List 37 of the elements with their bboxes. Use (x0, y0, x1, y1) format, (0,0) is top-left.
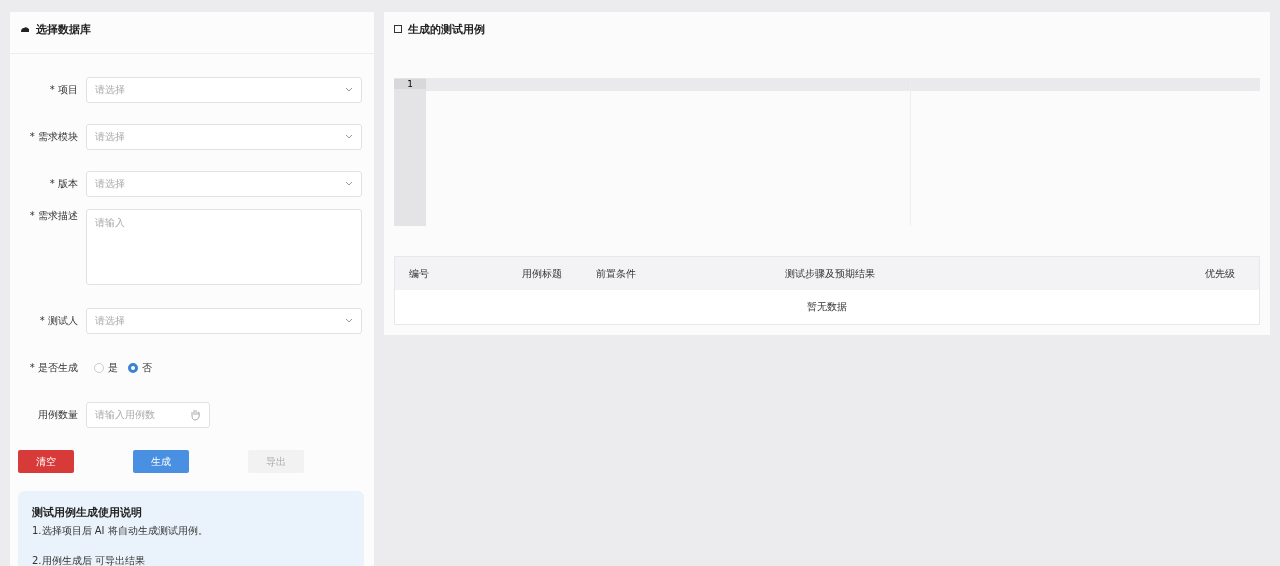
panel-title: 生成的测试用例 (408, 21, 485, 37)
field-label: * 测试人 (38, 313, 79, 328)
document-icon (394, 25, 402, 33)
radio-option[interactable]: 是 (94, 360, 118, 375)
column-header: 测试步骤及预期结果 (785, 266, 876, 281)
line-number: 1 (394, 79, 426, 89)
cloud-icon (20, 26, 30, 32)
select-field[interactable]: 请选择 (86, 123, 362, 150)
column-header: 优先级 (1205, 266, 1236, 281)
info-text: 2.用例生成后 可导出结果 (32, 554, 146, 566)
column-header: 前置条件 (596, 266, 637, 281)
chevron-icon (345, 134, 353, 139)
chevron-icon (345, 318, 353, 323)
field-label: * 项目 (48, 82, 79, 97)
select-field[interactable]: 请选择 (86, 307, 362, 334)
column-header: 用例标题 (522, 266, 563, 281)
panel-title: 选择数据库 (36, 21, 91, 37)
field-label: * 需求描述 (28, 209, 79, 223)
field-label: * 版本 (48, 176, 79, 191)
hand-icon (190, 408, 201, 421)
number-field[interactable]: 请输入用例数 (86, 401, 210, 428)
field-label: * 需求模块 (28, 129, 79, 144)
info-title: 测试用例生成使用说明 (32, 505, 143, 520)
action-button[interactable]: 清空 (18, 450, 74, 473)
empty-text: 暂无数据 (807, 300, 847, 314)
select-field[interactable]: 请选择 (86, 170, 362, 197)
text-area[interactable]: 请输入 (86, 209, 362, 285)
select-field[interactable]: 请选择 (86, 76, 362, 103)
radio-option[interactable]: 否 (128, 360, 152, 375)
chevron-icon (345, 87, 353, 92)
field-label: * 是否生成 (28, 360, 79, 375)
column-header: 编号 (409, 266, 430, 281)
info-text: 1.选择项目后 AI 将自动生成测试用例。 (32, 524, 209, 538)
chevron-icon (345, 181, 353, 186)
field-label: 用例数量 (37, 407, 79, 422)
action-button[interactable]: 生成 (133, 450, 189, 473)
code-editor[interactable]: 1 (394, 78, 1260, 226)
